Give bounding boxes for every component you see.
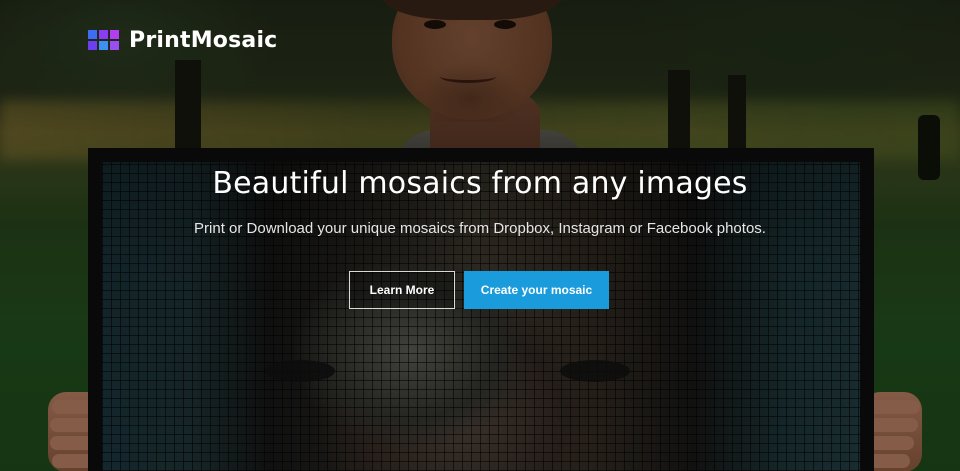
- logo-tile: [88, 29, 97, 39]
- logo-tile: [99, 40, 108, 50]
- brand-logo[interactable]: PrintMosaic: [88, 28, 277, 53]
- hero-title: Beautiful mosaics from any images: [212, 166, 748, 201]
- hero-subtitle: Print or Download your unique mosaics fr…: [194, 220, 766, 237]
- logo-tile: [110, 40, 119, 50]
- logo-tile: [99, 29, 108, 39]
- mosaic-grid-icon: [88, 29, 119, 52]
- logo-tile: [110, 29, 119, 39]
- logo-tile: [88, 40, 97, 50]
- brand-name: PrintMosaic: [129, 28, 278, 53]
- create-mosaic-button[interactable]: Create your mosaic: [464, 271, 609, 309]
- learn-more-button[interactable]: Learn More: [349, 271, 455, 309]
